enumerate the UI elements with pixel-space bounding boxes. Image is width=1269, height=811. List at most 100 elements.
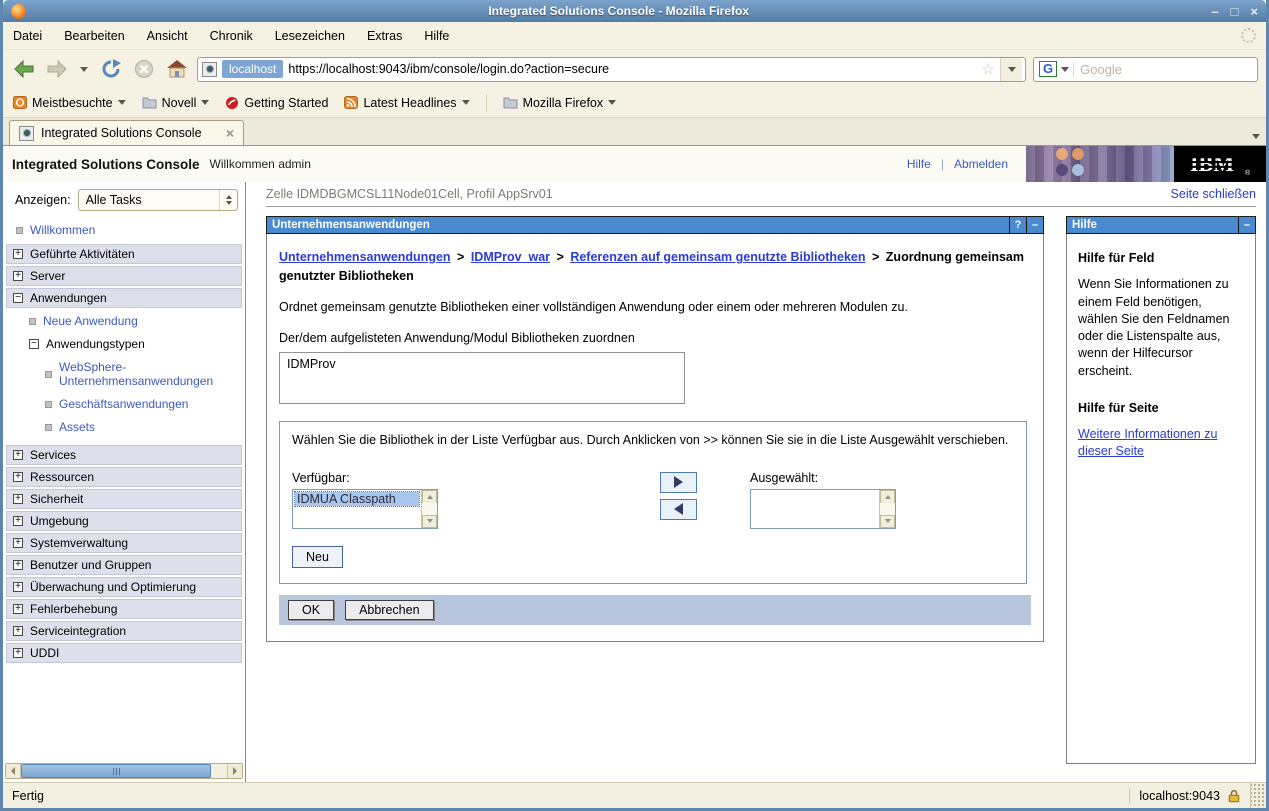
sidebar-branch-anwendungstypen[interactable]: Anwendungstypen bbox=[3, 333, 245, 356]
ok-button[interactable]: OK bbox=[288, 599, 335, 620]
menu-lesezeichen[interactable]: Lesezeichen bbox=[275, 29, 345, 43]
back-button[interactable] bbox=[11, 56, 37, 82]
history-dropdown-icon[interactable] bbox=[77, 56, 91, 82]
scroll-right-icon[interactable] bbox=[227, 764, 242, 778]
menu-bearbeiten[interactable]: Bearbeiten bbox=[64, 29, 124, 43]
close-page-link[interactable]: Seite schließen bbox=[1171, 187, 1256, 201]
bookmark-mozilla-firefox[interactable]: Mozilla Firefox bbox=[503, 96, 617, 110]
listbox-scrollbar[interactable] bbox=[879, 489, 895, 528]
breadcrumb-link-unternehmensanwendungen[interactable]: Unternehmensanwendungen bbox=[279, 250, 451, 264]
menu-chronik[interactable]: Chronik bbox=[210, 29, 253, 43]
sidebar-item-assets[interactable]: Assets bbox=[3, 416, 245, 443]
sidebar-item-geschaeftsanwendungen[interactable]: Geschäftsanwendungen bbox=[3, 393, 245, 416]
bookmark-latest-headlines[interactable]: Latest Headlines bbox=[344, 96, 470, 110]
scroll-down-icon[interactable] bbox=[422, 514, 437, 528]
expand-icon[interactable] bbox=[13, 604, 23, 614]
breadcrumb-link-idmprov-war[interactable]: IDMProv_war bbox=[471, 250, 550, 264]
available-item-selected[interactable]: IDMUA Classpath bbox=[294, 490, 420, 507]
sidebar-section-anwendungen[interactable]: Anwendungen bbox=[6, 288, 242, 308]
expand-icon[interactable] bbox=[13, 582, 23, 592]
page-help-link[interactable]: Weitere Informationen zu dieser Seite bbox=[1078, 426, 1244, 461]
sidebar-section-ueberwachung-und-optimierung[interactable]: Überwachung und Optimierung bbox=[6, 577, 242, 597]
sidebar-item-willkommen[interactable]: Willkommen bbox=[3, 219, 245, 242]
expand-icon[interactable] bbox=[13, 494, 23, 504]
menu-ansicht[interactable]: Ansicht bbox=[147, 29, 188, 43]
expand-icon[interactable] bbox=[13, 560, 23, 570]
help-minimize-icon[interactable]: – bbox=[1238, 217, 1255, 233]
banner-help-link[interactable]: Hilfe bbox=[907, 157, 931, 171]
forward-button[interactable] bbox=[44, 56, 70, 82]
sidebar-item-websphere-unternehmensanwendungen[interactable]: WebSphere-Unternehmensanwendungen bbox=[3, 356, 245, 393]
url-dropdown-icon[interactable] bbox=[1000, 57, 1022, 81]
scroll-down-icon[interactable] bbox=[880, 514, 895, 528]
sidebar-section-services[interactable]: Services bbox=[6, 445, 242, 465]
close-button[interactable]: × bbox=[1250, 5, 1258, 18]
panel-minimize-icon[interactable]: – bbox=[1026, 217, 1043, 233]
bookmark-novell[interactable]: Novell bbox=[142, 96, 210, 110]
sidebar-section-fehlerbehebung[interactable]: Fehlerbehebung bbox=[6, 599, 242, 619]
menu-extras[interactable]: Extras bbox=[367, 29, 402, 43]
site-identity-badge[interactable]: localhost bbox=[222, 60, 284, 78]
stop-button[interactable] bbox=[131, 56, 157, 82]
search-engine-dropdown-icon[interactable] bbox=[1061, 66, 1070, 72]
sidebar-section-umgebung[interactable]: Umgebung bbox=[6, 511, 242, 531]
sidebar-section-systemverwaltung[interactable]: Systemverwaltung bbox=[6, 533, 242, 553]
tab-integrated-solutions-console[interactable]: Integrated Solutions Console × bbox=[9, 120, 244, 145]
move-right-button[interactable] bbox=[660, 471, 697, 493]
reload-button[interactable] bbox=[98, 56, 124, 82]
target-module-listbox[interactable]: IDMProv bbox=[279, 351, 685, 404]
tab-close-icon[interactable]: × bbox=[226, 126, 234, 140]
target-module-item[interactable]: IDMProv bbox=[287, 357, 677, 371]
collapse-icon[interactable] bbox=[13, 293, 23, 303]
expand-icon[interactable] bbox=[13, 450, 23, 460]
collapse-icon[interactable] bbox=[29, 339, 39, 349]
tab-list-dropdown-icon[interactable] bbox=[1252, 134, 1260, 139]
resize-grip[interactable] bbox=[1250, 783, 1266, 808]
panel-help-icon[interactable]: ? bbox=[1009, 217, 1026, 233]
scroll-left-icon[interactable] bbox=[6, 764, 21, 778]
available-listbox[interactable]: IDMUA Classpath bbox=[292, 488, 438, 529]
menu-hilfe[interactable]: Hilfe bbox=[424, 29, 449, 43]
sidebar-item-neue-anwendung[interactable]: Neue Anwendung bbox=[3, 310, 245, 333]
scrollbar-thumb[interactable] bbox=[21, 764, 211, 778]
menu-datei[interactable]: Datei bbox=[13, 29, 42, 43]
search-box[interactable]: G bbox=[1033, 56, 1258, 82]
scroll-up-icon[interactable] bbox=[422, 489, 437, 503]
urlbar[interactable]: localhost ☆ bbox=[197, 56, 1026, 82]
cancel-button[interactable]: Abbrechen bbox=[345, 599, 434, 620]
scroll-up-icon[interactable] bbox=[880, 489, 895, 503]
move-left-button[interactable] bbox=[660, 498, 697, 520]
task-filter-select[interactable]: Alle Tasks bbox=[77, 189, 238, 211]
sidebar-section-ressourcen[interactable]: Ressourcen bbox=[6, 467, 242, 487]
sidebar-section-serviceintegration[interactable]: Serviceintegration bbox=[6, 621, 242, 641]
sidebar-section-benutzer-und-gruppen[interactable]: Benutzer und Gruppen bbox=[6, 555, 242, 575]
expand-icon[interactable] bbox=[13, 648, 23, 658]
security-indicator[interactable]: localhost:9043 bbox=[1129, 788, 1250, 803]
listbox-scrollbar[interactable] bbox=[421, 489, 437, 528]
minimize-button[interactable]: – bbox=[1211, 5, 1218, 18]
search-input[interactable] bbox=[1073, 61, 1257, 77]
maximize-button[interactable]: □ bbox=[1231, 5, 1239, 18]
expand-icon[interactable] bbox=[13, 271, 23, 281]
bookmark-getting-started[interactable]: Getting Started bbox=[225, 96, 328, 110]
sidebar-section-uddi[interactable]: UDDI bbox=[6, 643, 242, 663]
bookmark-most-visited[interactable]: Meistbesuchte bbox=[13, 96, 126, 110]
logout-link[interactable]: Abmelden bbox=[954, 157, 1008, 171]
bookmark-star-icon[interactable]: ☆ bbox=[982, 62, 995, 77]
sidebar-section-server[interactable]: Server bbox=[6, 266, 242, 286]
sidebar-section-gefuehrte-aktivitaeten[interactable]: Geführte Aktivitäten bbox=[6, 244, 242, 264]
expand-icon[interactable] bbox=[13, 472, 23, 482]
google-logo-icon[interactable]: G bbox=[1039, 61, 1058, 77]
expand-icon[interactable] bbox=[13, 249, 23, 259]
expand-icon[interactable] bbox=[13, 538, 23, 548]
new-button[interactable]: Neu bbox=[292, 545, 343, 568]
home-button[interactable] bbox=[164, 56, 190, 82]
sidebar-horizontal-scrollbar[interactable] bbox=[5, 763, 243, 779]
url-input[interactable] bbox=[288, 62, 977, 76]
breadcrumb-link-referenzen[interactable]: Referenzen auf gemeinsam genutzte Biblio… bbox=[570, 250, 865, 264]
combo-spinner-icon[interactable] bbox=[219, 190, 237, 210]
expand-icon[interactable] bbox=[13, 516, 23, 526]
expand-icon[interactable] bbox=[13, 626, 23, 636]
sidebar-section-sicherheit[interactable]: Sicherheit bbox=[6, 489, 242, 509]
selected-listbox[interactable] bbox=[750, 488, 896, 529]
